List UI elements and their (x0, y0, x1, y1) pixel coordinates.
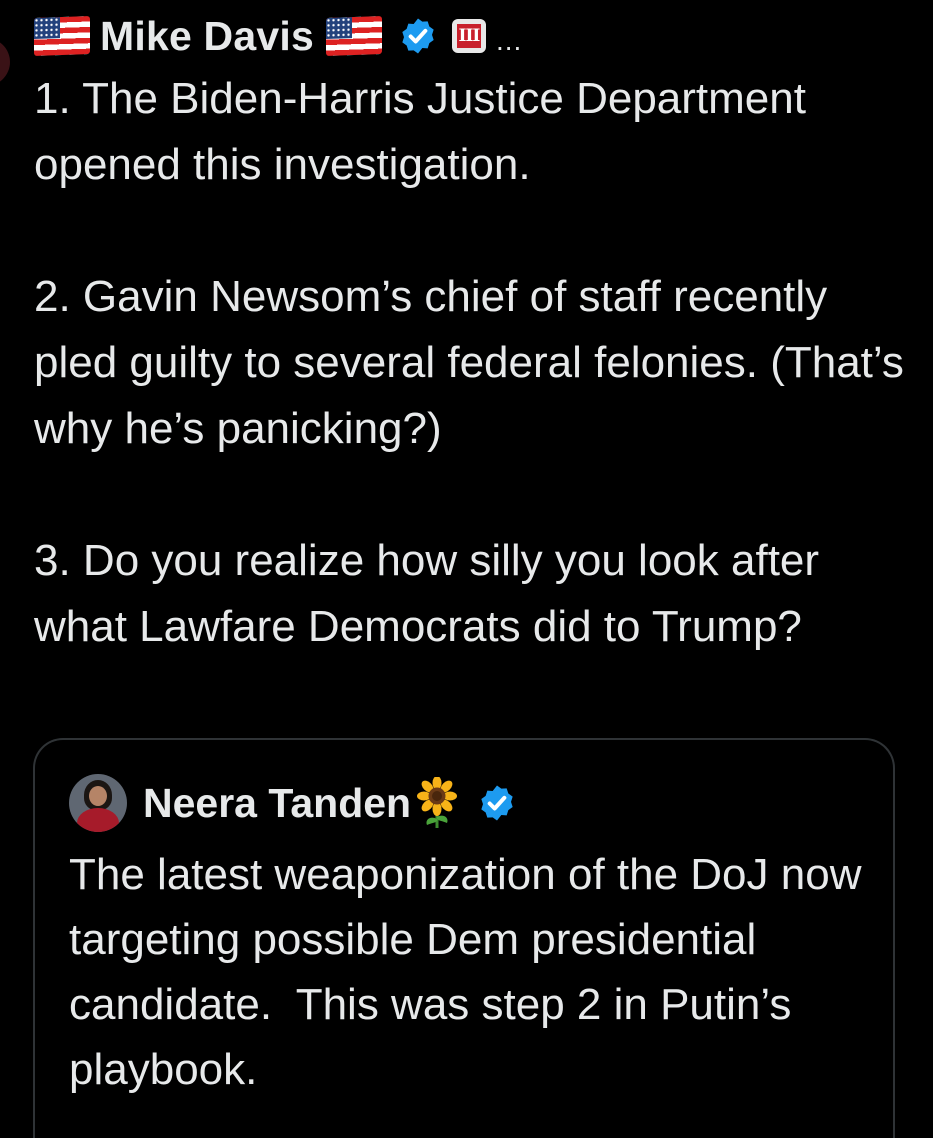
tweet-paragraph-1: 1. The Biden-Harris Justice Department o… (34, 74, 806, 189)
tweet-header: Mike Davis III ... (34, 10, 522, 62)
tweet-text: 1. The Biden-Harris Justice Department o… (34, 66, 914, 660)
quoted-author-avatar (69, 774, 127, 832)
verified-badge-icon (481, 785, 513, 821)
badge-label: III (456, 24, 481, 48)
quoted-tweet-text: The latest weaponization of the DoJ now … (69, 850, 874, 1094)
us-flag-icon (325, 16, 382, 56)
tweet-paragraph-3: 3. Do you realize how silly you look aft… (34, 536, 820, 651)
verified-badge-icon (402, 18, 434, 54)
author-avatar[interactable] (0, 38, 10, 86)
quoted-author-name: Neera Tanden (143, 779, 412, 826)
author-name[interactable]: Mike Davis (100, 13, 314, 60)
sunflower-emoji-icon (417, 777, 458, 828)
tweet-paragraph-2: 2. Gavin Newsom’s chief of staff recentl… (34, 272, 904, 453)
roman-three-badge-icon: III (451, 19, 486, 53)
quoted-tweet-card[interactable]: Neera Tanden The latest weaponization of (33, 738, 895, 1138)
us-flag-icon (34, 16, 90, 56)
more-options-icon[interactable]: ... (496, 27, 522, 55)
quoted-tweet-header: Neera Tanden (69, 774, 517, 832)
